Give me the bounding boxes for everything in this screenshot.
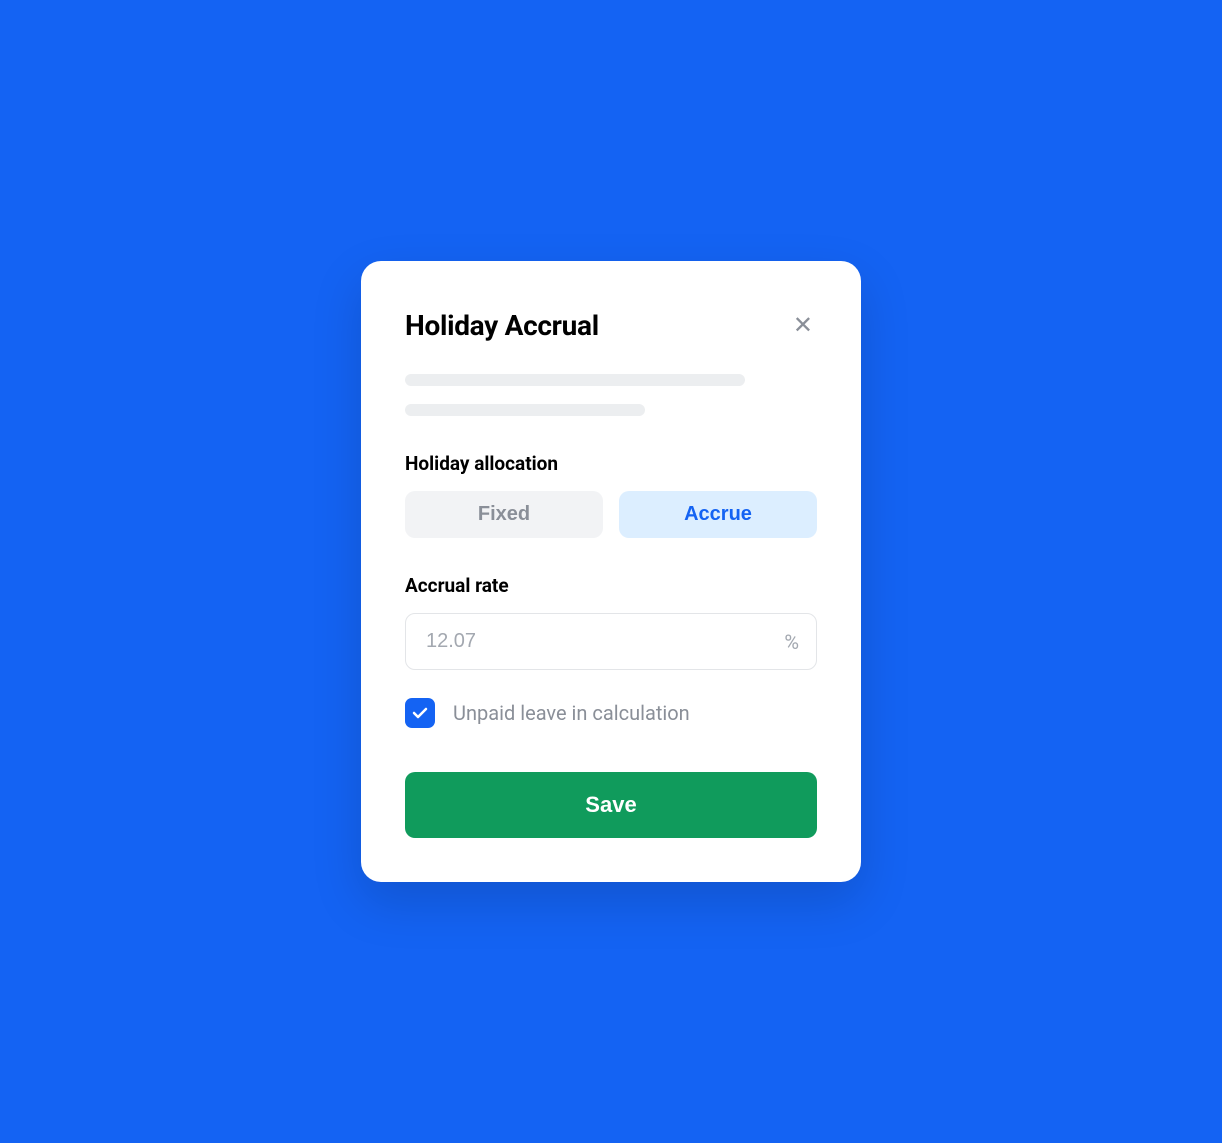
- description-placeholder: [405, 374, 817, 416]
- toggle-fixed[interactable]: Fixed: [405, 491, 603, 538]
- save-button[interactable]: Save: [405, 772, 817, 838]
- accrual-rate-field-wrap: %: [405, 613, 817, 670]
- skeleton-line: [405, 404, 645, 416]
- accrual-rate-label: Accrual rate: [405, 574, 817, 597]
- unpaid-leave-label: Unpaid leave in calculation: [453, 701, 690, 725]
- unpaid-leave-row: Unpaid leave in calculation: [405, 698, 817, 728]
- toggle-accrue[interactable]: Accrue: [619, 491, 817, 538]
- modal-title: Holiday Accrual: [405, 309, 599, 342]
- allocation-label: Holiday allocation: [405, 452, 817, 475]
- allocation-toggle-group: Fixed Accrue: [405, 491, 817, 538]
- holiday-accrual-modal: Holiday Accrual ✕ Holiday allocation Fix…: [361, 261, 861, 882]
- unpaid-leave-checkbox[interactable]: [405, 698, 435, 728]
- check-icon: [412, 707, 428, 719]
- skeleton-line: [405, 374, 745, 386]
- modal-header: Holiday Accrual ✕: [405, 309, 817, 342]
- close-button[interactable]: ✕: [789, 310, 817, 342]
- close-icon: ✕: [793, 312, 813, 339]
- accrual-rate-input[interactable]: [405, 613, 817, 670]
